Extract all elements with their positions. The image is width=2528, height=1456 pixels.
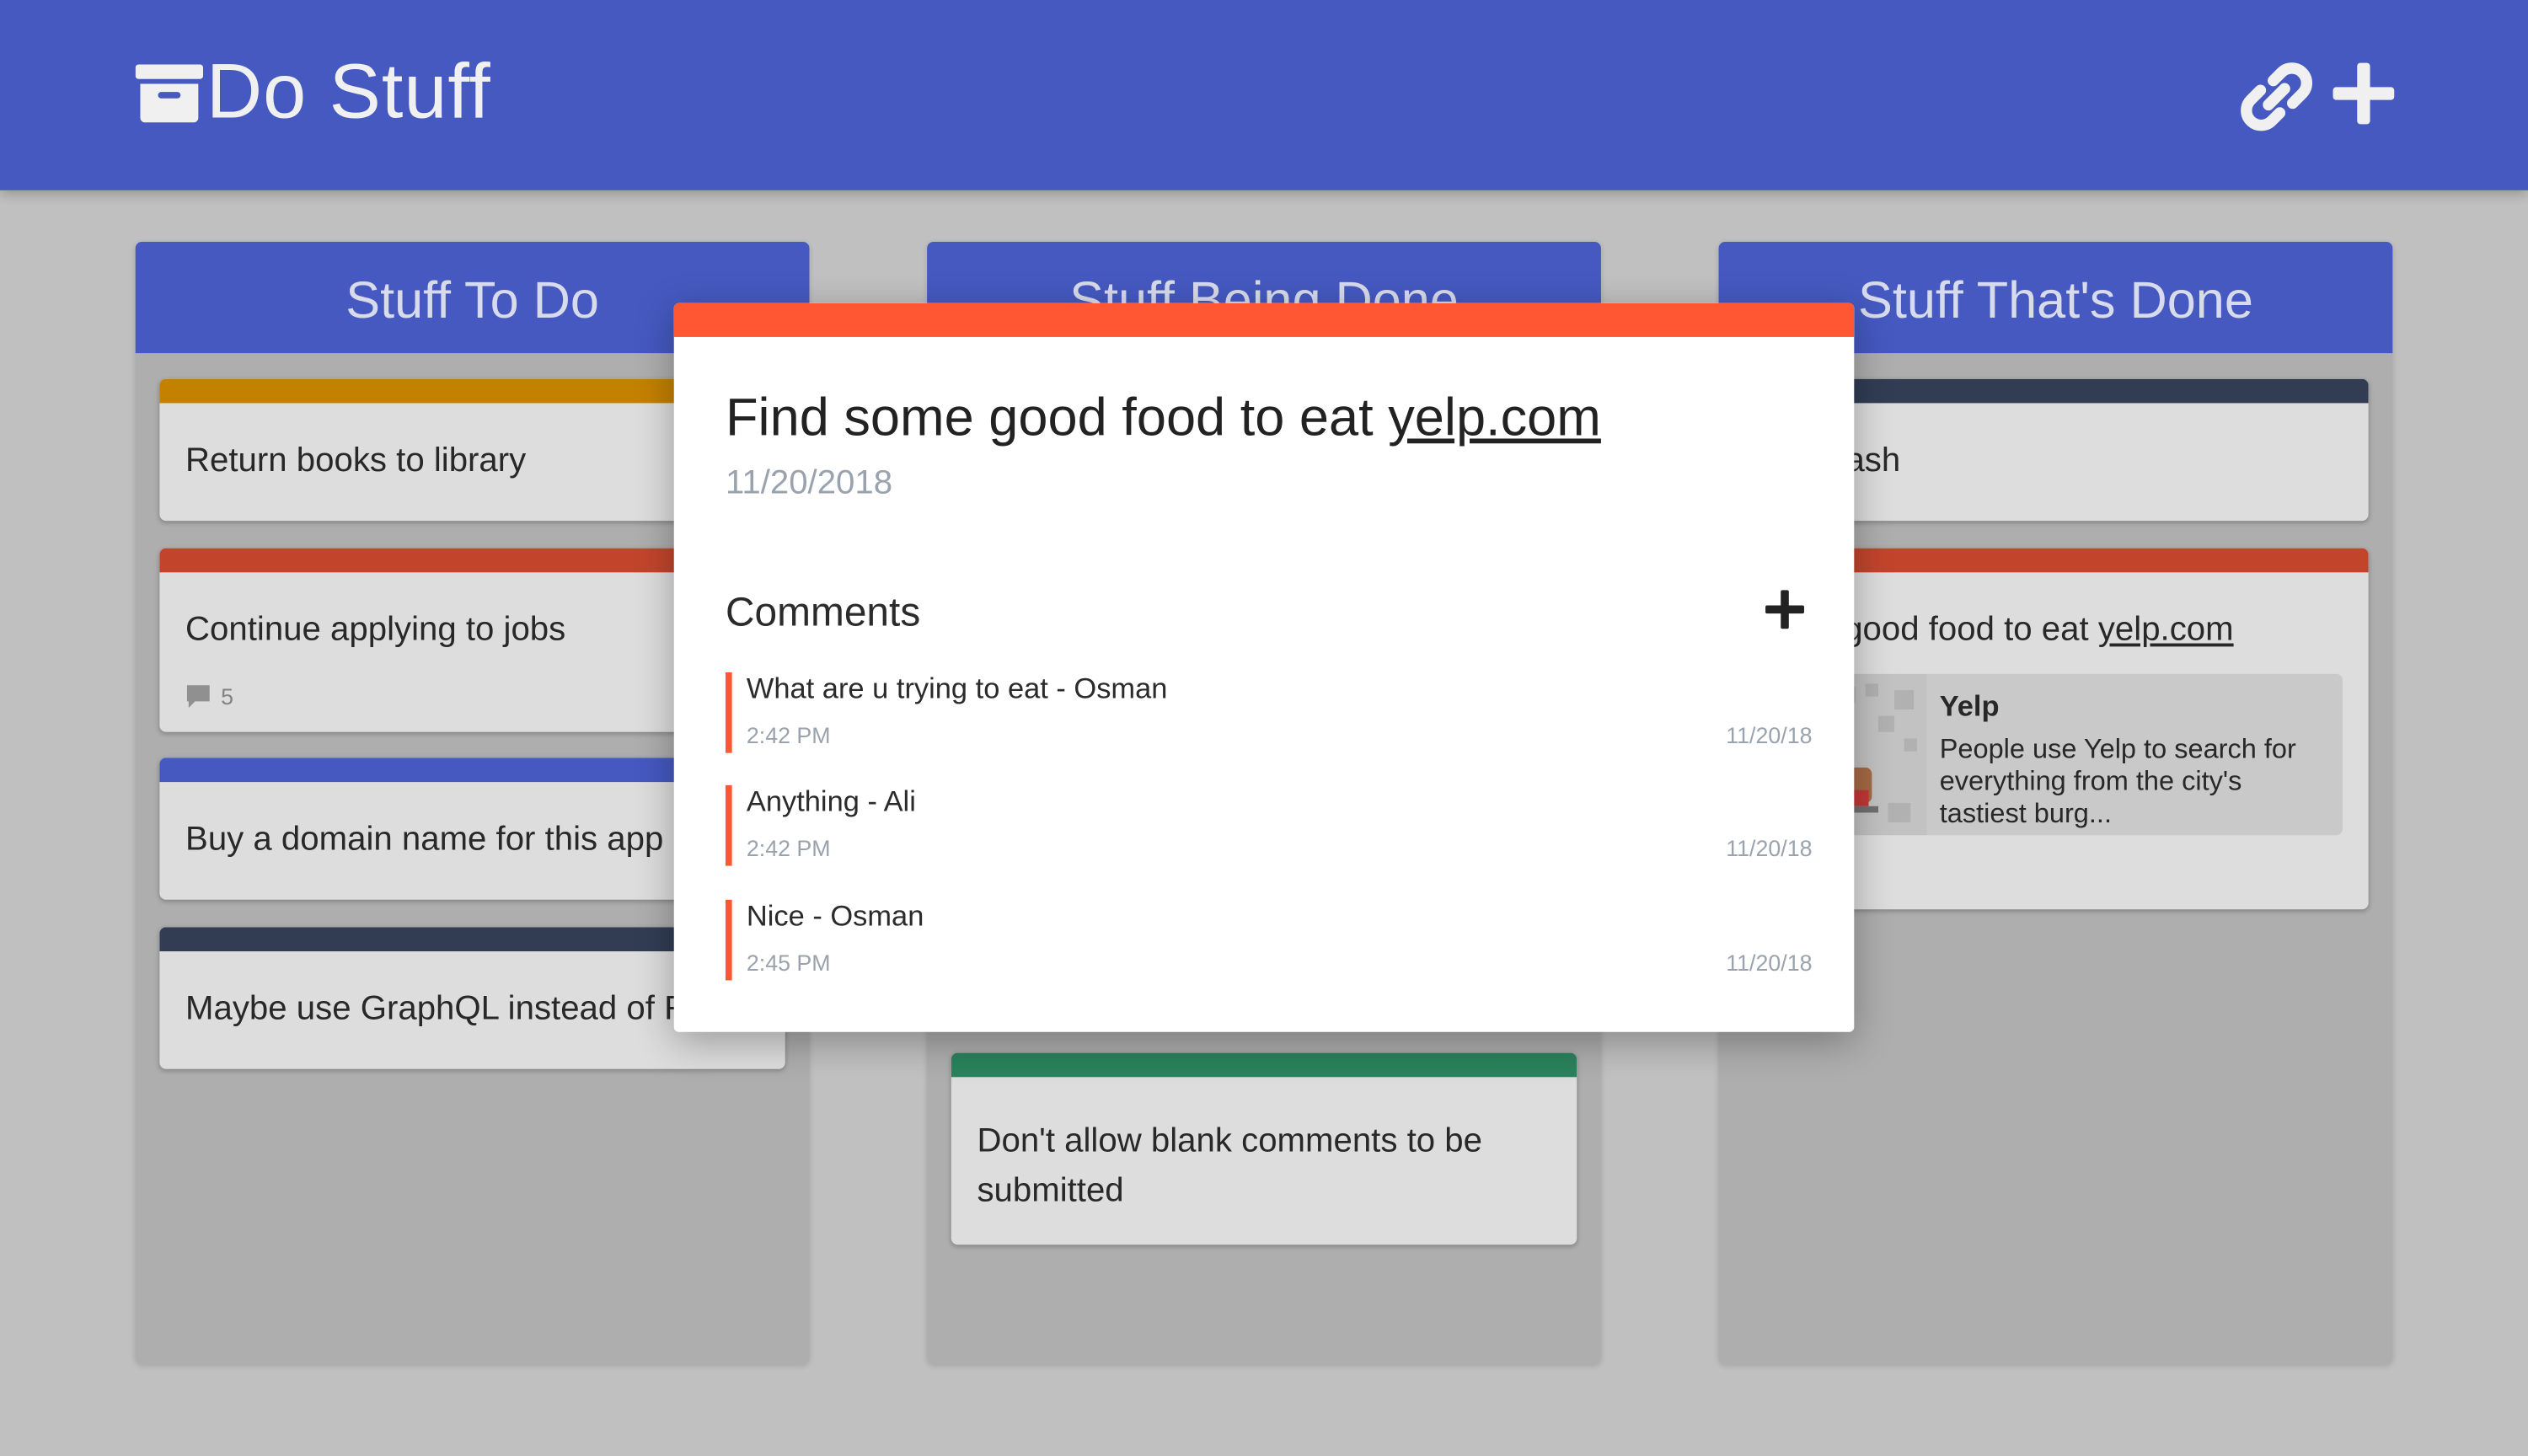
comment-text: Anything - Ali <box>746 784 916 818</box>
modal-color-bar <box>673 302 1855 337</box>
comment-time: 2:42 PM <box>746 722 831 748</box>
comment-date: 11/20/18 <box>1726 835 1813 861</box>
comment: What are u trying to eat - Osman 2:42 PM… <box>725 672 1813 753</box>
comment: Nice - Osman 2:45 PM 11/20/18 <box>725 899 1813 981</box>
card-detail-modal: Find some good food to eat yelp.com 11/2… <box>673 302 1855 1032</box>
comment-text: What are u trying to eat - Osman <box>746 672 1168 705</box>
plus-icon <box>1765 590 1804 629</box>
modal-title: Find some good food to eat yelp.com <box>726 387 1601 448</box>
modal-title-text: Find some good food to eat <box>725 387 1389 447</box>
comments-heading: Comments <box>725 590 921 635</box>
comment-time: 2:42 PM <box>746 835 831 861</box>
comment-date: 11/20/18 <box>1726 950 1813 976</box>
comment-text: Nice - Osman <box>746 899 924 933</box>
modal-date: 11/20/2018 <box>725 464 893 502</box>
comment-date: 11/20/18 <box>1726 722 1813 748</box>
modal-title-link[interactable]: yelp.com <box>1388 387 1601 447</box>
comment-time: 2:45 PM <box>746 950 831 976</box>
add-comment-button[interactable] <box>1764 588 1806 630</box>
comment: Anything - Ali 2:42 PM 11/20/18 <box>725 784 1813 866</box>
